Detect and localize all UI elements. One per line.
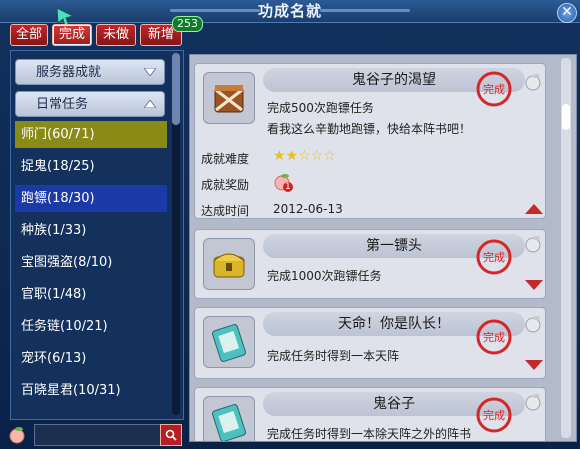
sidebar-item-renwulian[interactable]: 任务链(10/21) (15, 313, 167, 340)
peach-icon (525, 236, 541, 253)
achievement-desc-line: 完成任务时得到一本除天阵之外的阵书 (267, 427, 472, 441)
window-title: 功成名就 (257, 2, 322, 20)
tab-not-done[interactable]: 未做 (96, 24, 136, 46)
expand-arrow-icon[interactable] (525, 360, 543, 370)
collapse-arrow-icon[interactable] (525, 204, 543, 214)
peach-icon (9, 427, 25, 444)
difficulty-label: 成就难度 (201, 152, 250, 166)
achievement-card[interactable]: 第一镖头 完成1000次跑镖任务 完成 (194, 229, 546, 299)
sidebar-item-shimen[interactable]: 师门(60/71) (15, 121, 167, 148)
search-button[interactable] (160, 424, 182, 446)
achievement-desc-line: 完成500次跑镖任务 (267, 101, 374, 115)
search-input[interactable] (34, 424, 164, 446)
gold-chest-icon (203, 238, 255, 290)
tab-all[interactable]: 全部 (10, 24, 48, 46)
sidebar-item-baotu[interactable]: 宝图强盗(8/10) (15, 249, 167, 276)
achievement-desc-line: 完成任务时得到一本天阵 (267, 349, 400, 363)
stamp-text: 完成 (483, 408, 505, 422)
achievement-card[interactable]: 天命！你是队长！ 完成任务时得到一本天阵 完成 (194, 307, 546, 379)
new-count-badge: 253 (172, 16, 203, 32)
list-scrollbar-thumb[interactable] (562, 104, 570, 130)
crate-icon (203, 72, 255, 124)
book-icon (203, 316, 255, 368)
achievement-window: 功成名就 ✕ 全部 完成 未做 新增 253 服务器成就 日常任务 师门(60/… (0, 0, 580, 449)
completed-stamp: 完成 (475, 70, 513, 108)
chevron-up-icon (144, 100, 156, 108)
achievement-desc-line: 完成1000次跑镖任务 (267, 269, 382, 283)
category-sidebar: 服务器成就 日常任务 师门(60/71) 捉鬼(18/25) 跑镖(18/30)… (10, 50, 184, 420)
group-label: 服务器成就 (36, 65, 102, 80)
sidebar-item-chonghuan[interactable]: 宠环(6/13) (15, 345, 167, 372)
reward-label: 成就奖励 (201, 178, 250, 192)
stamp-text: 完成 (483, 250, 505, 264)
group-daily-tasks[interactable]: 日常任务 (15, 91, 165, 117)
peach-icon (525, 316, 541, 333)
group-server-achievements[interactable]: 服务器成就 (15, 59, 165, 85)
search-icon (165, 429, 177, 441)
book-icon (203, 396, 255, 441)
achievement-list: 鬼谷子的渴望 完成500次跑镖任务 看我这么辛勤地跑镖，快给本阵书吧！ 成就难度… (189, 54, 577, 442)
achievement-date: 2012-06-13 (273, 202, 343, 216)
date-label: 达成时间 (201, 204, 250, 218)
reward-count: 1 (285, 182, 291, 192)
title-bar: 功成名就 ✕ (0, 0, 580, 23)
completed-stamp: 完成 (475, 238, 513, 276)
sidebar-item-paobiao[interactable]: 跑镖(18/30) (15, 185, 167, 212)
completed-stamp: 完成 (475, 318, 513, 356)
sidebar-item-baixiao[interactable]: 百晓星君(10/31) (15, 377, 167, 404)
chevron-down-icon (144, 68, 156, 76)
peach-icon (525, 74, 541, 91)
sidebar-item-zhongzu[interactable]: 种族(1/33) (15, 217, 167, 244)
stamp-text: 完成 (483, 330, 505, 344)
difficulty-stars: ★★☆☆☆ (273, 148, 336, 164)
sidebar-item-guanzhi[interactable]: 官职(1/48) (15, 281, 167, 308)
expand-arrow-icon[interactable] (525, 280, 543, 290)
achievement-desc-line: 看我这么辛勤地跑镖，快给本阵书吧！ (267, 122, 472, 136)
stamp-text: 完成 (483, 82, 505, 96)
tab-completed[interactable]: 完成 (52, 24, 92, 46)
sidebar-item-zhuogui[interactable]: 捉鬼(18/25) (15, 153, 167, 180)
sidebar-scrollbar-thumb[interactable] (172, 53, 180, 125)
group-label: 日常任务 (36, 97, 89, 112)
achievement-card[interactable]: 鬼谷子的渴望 完成500次跑镖任务 看我这么辛勤地跑镖，快给本阵书吧！ 成就难度… (194, 63, 546, 219)
close-button[interactable]: ✕ (557, 3, 577, 23)
achievement-card[interactable]: 鬼谷子 完成任务时得到一本除天阵之外的阵书 完成 (194, 387, 546, 441)
peach-icon (525, 394, 541, 411)
completed-stamp: 完成 (475, 396, 513, 434)
